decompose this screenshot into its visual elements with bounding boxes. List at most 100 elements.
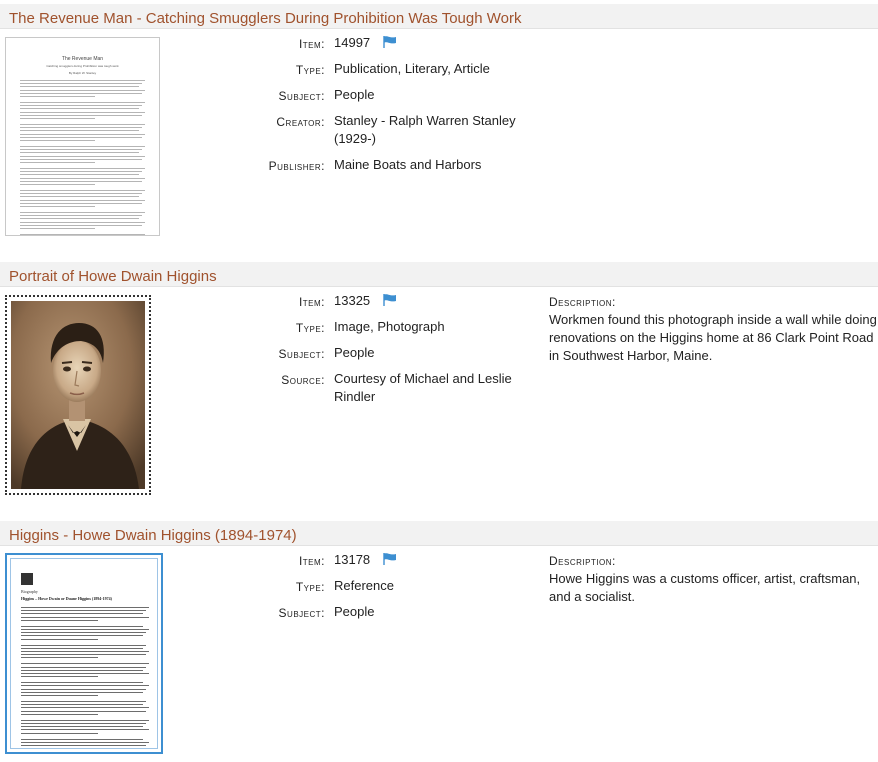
thumb-text-line bbox=[20, 80, 145, 81]
thumb-text-line bbox=[21, 635, 143, 637]
thumb-text-line bbox=[20, 155, 145, 157]
thumb-text-line bbox=[20, 140, 95, 141]
thumb-text-line bbox=[21, 745, 146, 746]
thumb-text-line bbox=[21, 738, 143, 740]
thumb-text-line bbox=[20, 86, 139, 88]
thumb-text-line bbox=[20, 180, 142, 182]
description-label: Description: bbox=[549, 554, 616, 568]
field-value-type: Reference bbox=[334, 578, 394, 593]
entry-title-link[interactable]: The Revenue Man - Catching Smugglers Dur… bbox=[9, 4, 878, 33]
description-text: Workmen found this photograph inside a w… bbox=[549, 312, 877, 363]
thumb-text-line bbox=[20, 105, 142, 107]
field-label-source: Source: bbox=[281, 373, 325, 387]
field-value-type: Image, Photograph bbox=[334, 319, 445, 334]
thumb-text-line bbox=[21, 682, 143, 684]
thumb-text-line bbox=[21, 704, 143, 706]
thumb-text-line bbox=[20, 96, 95, 97]
thumb-text-line bbox=[20, 221, 145, 223]
thumb-text-line bbox=[20, 136, 142, 138]
thumb-text-line bbox=[21, 619, 98, 621]
thumb-text-line bbox=[20, 202, 142, 204]
thumb-text-line bbox=[20, 212, 145, 213]
thumb-text-line bbox=[21, 748, 143, 749]
thumb-text-line bbox=[20, 127, 142, 129]
thumb-text-line bbox=[21, 726, 143, 728]
thumb-text-line bbox=[21, 663, 149, 665]
thumb-text-line bbox=[21, 632, 146, 634]
field-value-item: 14997 bbox=[334, 35, 371, 50]
thumb-text-line bbox=[21, 676, 98, 678]
thumb-text-line bbox=[21, 688, 146, 690]
field-value-subject: People bbox=[334, 87, 375, 102]
thumb-text-line bbox=[21, 669, 143, 671]
thumb-text-line bbox=[20, 190, 145, 191]
thumb-text-line bbox=[21, 673, 149, 674]
thumb-text-line bbox=[21, 723, 146, 724]
thumb-text-line bbox=[20, 171, 142, 173]
thumb-text-line bbox=[20, 196, 139, 198]
field-label-subject: Subject: bbox=[278, 606, 325, 620]
field-label-subject: Subject: bbox=[278, 347, 325, 361]
description-label: Description: bbox=[549, 295, 616, 309]
thumb-text-line bbox=[21, 691, 143, 693]
flag-icon[interactable] bbox=[383, 293, 397, 306]
thumb-text-line bbox=[21, 657, 98, 659]
field-value-source: Courtesy of Michael and Leslie Rindler bbox=[334, 371, 512, 404]
thumb-text-line bbox=[21, 625, 143, 627]
thumb-text-line bbox=[20, 177, 145, 179]
entry-title-bar: The Revenue Man - Catching Smugglers Dur… bbox=[0, 4, 878, 29]
field-label-creator: Creator: bbox=[276, 115, 325, 129]
entry-title-link[interactable]: Higgins - Howe Dwain Higgins (1894-1974) bbox=[9, 521, 878, 550]
thumb-text-line bbox=[20, 92, 142, 94]
thumb-text-line bbox=[21, 644, 146, 646]
thumb-text-line bbox=[20, 228, 95, 229]
entry-title-link[interactable]: Portrait of Howe Dwain Higgins bbox=[9, 262, 878, 291]
thumb-text-line bbox=[21, 654, 146, 656]
field-value-publisher: Maine Boats and Harbors bbox=[334, 157, 482, 172]
flag-icon[interactable] bbox=[383, 35, 397, 48]
description-text: Howe Higgins was a customs officer, arti… bbox=[549, 571, 861, 604]
thumb-text-line bbox=[20, 114, 142, 116]
thumb-text-line bbox=[20, 234, 145, 235]
result-entry-2: Portrait of Howe Dwain Higgins Item: 133… bbox=[0, 262, 878, 512]
thumb-text-line bbox=[21, 638, 98, 640]
thumb-text-line bbox=[20, 224, 142, 226]
field-value-subject: People bbox=[334, 345, 375, 360]
thumb-doc-title: The Revenue Man bbox=[61, 56, 104, 62]
thumb-text-line bbox=[21, 647, 143, 649]
thumb-text-line bbox=[21, 666, 146, 668]
thumb-logo bbox=[21, 573, 33, 585]
thumb-text-line bbox=[20, 184, 95, 185]
thumb-text-line bbox=[20, 149, 142, 151]
field-label-type: Type: bbox=[295, 321, 325, 335]
thumb-text-line bbox=[21, 629, 149, 630]
thumb-text-line bbox=[20, 118, 95, 119]
result-entry-3: Higgins - Howe Dwain Higgins (1894-1974)… bbox=[0, 521, 878, 762]
thumb-text-line bbox=[21, 685, 149, 687]
thumb-text-line bbox=[21, 701, 146, 702]
thumb-text-line bbox=[20, 108, 139, 110]
thumb-text-line bbox=[21, 695, 98, 696]
thumb-text-line bbox=[21, 729, 149, 731]
field-label-item: Item: bbox=[298, 295, 325, 309]
thumb-text-line bbox=[20, 193, 142, 195]
thumb-text-line bbox=[20, 83, 142, 85]
field-value-creator: Stanley - Ralph Warren Stanley (1929-) bbox=[334, 113, 516, 146]
thumb-text-line bbox=[20, 130, 139, 132]
thumb-text-line bbox=[21, 710, 146, 712]
flag-icon[interactable] bbox=[383, 552, 397, 565]
thumb-text-line bbox=[21, 713, 98, 715]
entry-title-bar: Portrait of Howe Dwain Higgins bbox=[0, 262, 878, 287]
field-label-item: Item: bbox=[298, 37, 325, 51]
entry-title-bar: Higgins - Howe Dwain Higgins (1894-1974) bbox=[0, 521, 878, 546]
field-value-subject: People bbox=[334, 604, 375, 619]
thumb-text-line bbox=[21, 651, 149, 652]
thumb-text-line bbox=[20, 215, 142, 217]
thumb-text-line bbox=[20, 133, 145, 135]
field-value-item: 13178 bbox=[334, 552, 371, 567]
thumb-text-line bbox=[20, 146, 145, 147]
field-label-subject: Subject: bbox=[278, 89, 325, 103]
thumb-text-line bbox=[20, 199, 145, 201]
field-value-item: 13325 bbox=[334, 293, 371, 308]
thumb-text-line bbox=[20, 111, 145, 113]
